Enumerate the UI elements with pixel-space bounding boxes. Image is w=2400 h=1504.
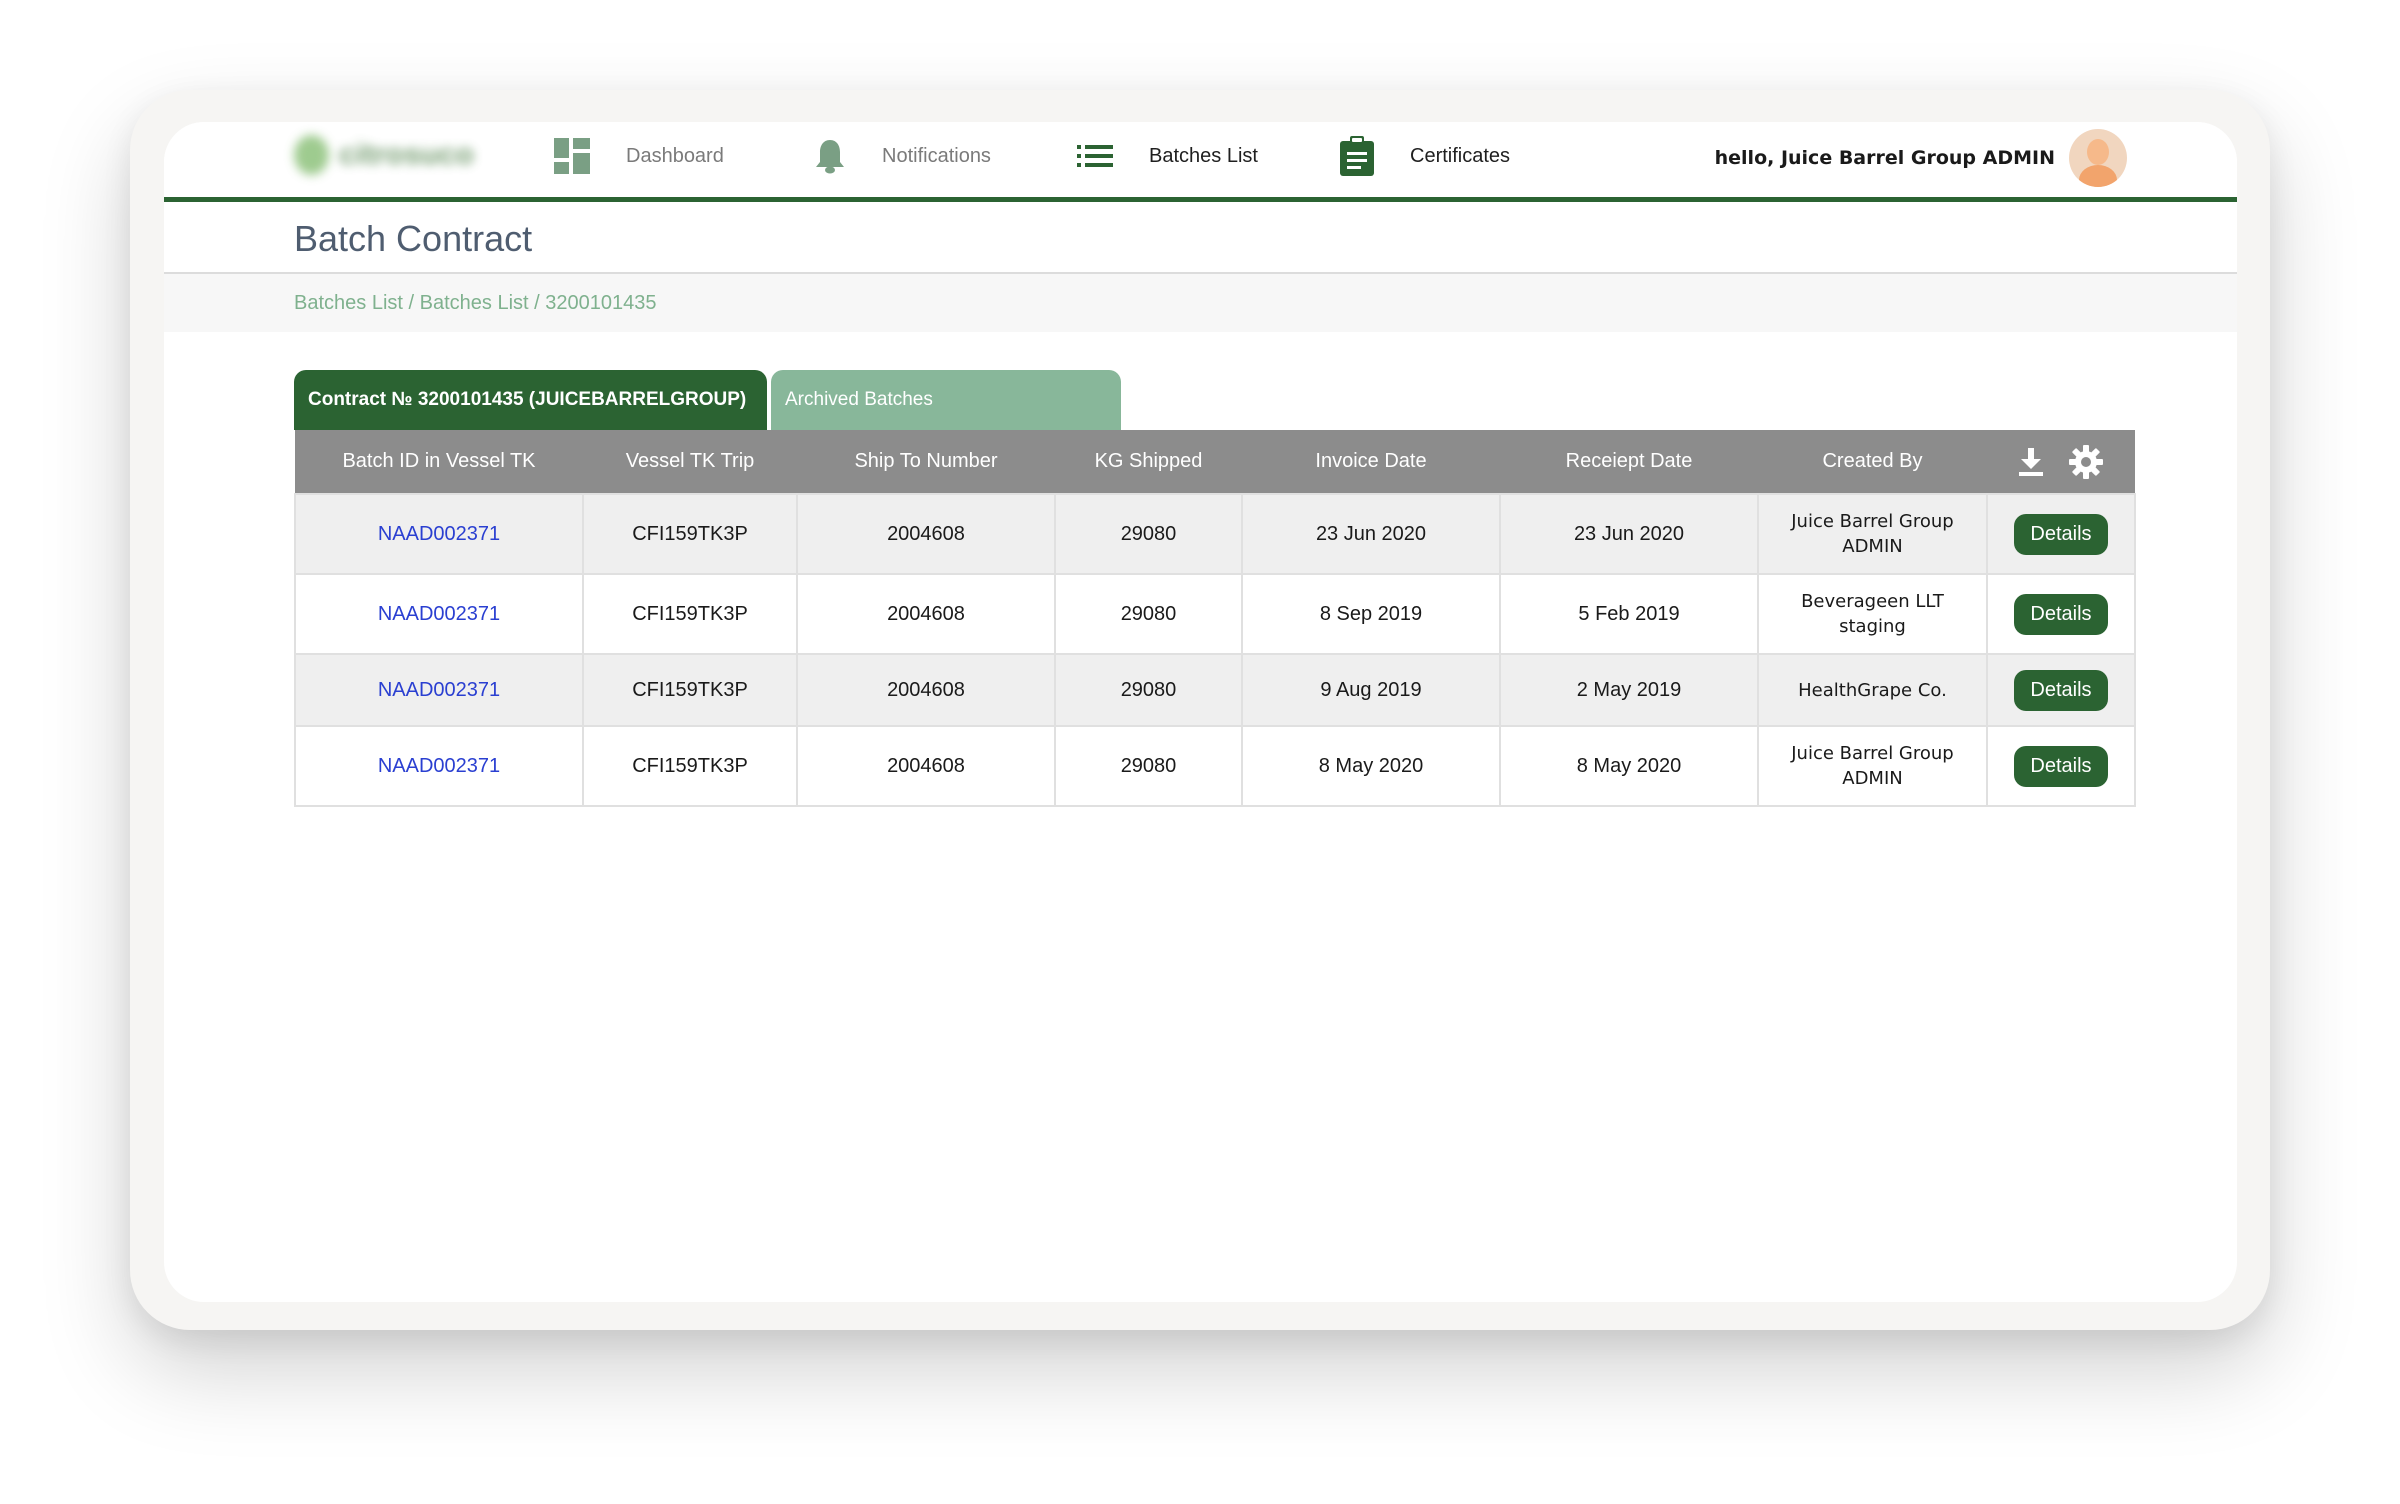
column-header-batch-id[interactable]: Batch ID in Vessel TK	[295, 430, 583, 494]
cell-kg-shipped: 29080	[1054, 725, 1243, 807]
avatar-head	[2087, 139, 2109, 165]
nav-notifications-label: Notifications	[882, 144, 991, 167]
tab-contract[interactable]: Contract № 3200101435 (JUICEBARRELGROUP)	[294, 370, 767, 430]
table-row: NAAD002371 CFI159TK3P 2004608 29080 8 Se…	[294, 573, 2136, 655]
table-header-row: Batch ID in Vessel TK Vessel TK Trip Shi…	[295, 430, 2135, 494]
column-header-created-by[interactable]: Created By	[1758, 430, 1987, 494]
avatar[interactable]	[2069, 129, 2127, 187]
cell-trip: CFI159TK3P	[582, 725, 798, 807]
column-header-ship-to[interactable]: Ship To Number	[797, 430, 1055, 494]
details-button[interactable]: Details	[2014, 745, 2108, 787]
breadcrumb-separator: /	[408, 292, 420, 314]
nav-batches-list-label: Batches List	[1149, 144, 1258, 167]
user-greeting: hello, Juice Barrel Group ADMIN	[1714, 147, 2055, 169]
created-by-line-2: ADMIN	[1842, 536, 1903, 557]
created-by-line-1: HealthGrape Co.	[1798, 679, 1947, 701]
cell-invoice-date: 8 May 2020	[1241, 725, 1501, 807]
nav-dashboard-label: Dashboard	[626, 144, 724, 167]
table-row: NAAD002371 CFI159TK3P 2004608 29080 23 J…	[294, 493, 2136, 575]
cell-receipt-date: 23 Jun 2020	[1499, 493, 1759, 575]
brand-logo[interactable]: citrosuco	[294, 132, 474, 178]
cell-kg-shipped: 29080	[1054, 573, 1243, 655]
user-menu[interactable]: hello, Juice Barrel Group ADMIN	[1715, 128, 2127, 188]
app-screen: citrosuco Dashboard Notifications Batche…	[164, 122, 2237, 1302]
cell-actions: Details	[1986, 653, 2136, 727]
page-title: Batch Contract	[294, 218, 533, 259]
created-by-line-2: staging	[1839, 616, 1906, 637]
logo-mark	[294, 135, 329, 175]
cell-created-by: HealthGrape Co.	[1757, 653, 1988, 727]
column-header-trip[interactable]: Vessel TK Trip	[583, 430, 797, 494]
batch-id-link[interactable]: NAAD002371	[294, 573, 584, 655]
breadcrumb: Batches List / Batches List / 3200101435	[164, 274, 2237, 332]
created-by-line-1: Juice Barrel Group	[1791, 511, 1954, 532]
cell-invoice-date: 9 Aug 2019	[1241, 653, 1501, 727]
cell-ship-to: 2004608	[796, 493, 1056, 575]
cell-invoice-date: 8 Sep 2019	[1241, 573, 1501, 655]
column-header-actions	[1987, 430, 2135, 494]
nav-notifications[interactable]: Notifications	[814, 134, 991, 178]
details-button[interactable]: Details	[2014, 513, 2108, 555]
cell-ship-to: 2004608	[796, 725, 1056, 807]
cell-receipt-date: 8 May 2020	[1499, 725, 1759, 807]
details-button[interactable]: Details	[2014, 669, 2108, 711]
logo-text: citrosuco	[338, 138, 474, 171]
column-header-invoice-date[interactable]: Invoice Date	[1242, 430, 1500, 494]
page-header: Batch Contract	[164, 202, 2237, 274]
tab-archived-batches[interactable]: Archived Batches	[771, 370, 1121, 430]
bell-icon	[816, 140, 844, 174]
nav-dashboard[interactable]: Dashboard	[554, 134, 724, 178]
created-by-line-1: Juice Barrel Group	[1791, 743, 1954, 764]
cell-kg-shipped: 29080	[1054, 493, 1243, 575]
cell-actions: Details	[1986, 573, 2136, 655]
cell-created-by: Beverageen LLT staging	[1757, 573, 1988, 655]
cell-trip: CFI159TK3P	[582, 653, 798, 727]
cell-invoice-date: 23 Jun 2020	[1241, 493, 1501, 575]
details-button[interactable]: Details	[2014, 593, 2108, 635]
list-icon	[1077, 145, 1113, 167]
top-navigation: citrosuco Dashboard Notifications Batche…	[164, 122, 2237, 202]
column-header-kg-shipped[interactable]: KG Shipped	[1055, 430, 1242, 494]
avatar-body	[2079, 165, 2117, 187]
breadcrumb-item-1[interactable]: Batches List	[294, 292, 403, 314]
breadcrumb-item-current[interactable]: 3200101435	[545, 292, 656, 314]
column-header-receipt-date[interactable]: Receiept Date	[1500, 430, 1758, 494]
dashboard-icon	[554, 138, 590, 174]
table-row: NAAD002371 CFI159TK3P 2004608 29080 9 Au…	[294, 653, 2136, 727]
batch-id-link[interactable]: NAAD002371	[294, 725, 584, 807]
created-by-line-2: ADMIN	[1842, 768, 1903, 789]
cell-ship-to: 2004608	[796, 653, 1056, 727]
clipboard-icon	[1340, 136, 1374, 176]
cell-receipt-date: 2 May 2019	[1499, 653, 1759, 727]
cell-kg-shipped: 29080	[1054, 653, 1243, 727]
breadcrumb-separator: /	[534, 292, 546, 314]
cell-actions: Details	[1986, 725, 2136, 807]
gear-icon[interactable]	[2069, 444, 2103, 479]
batch-id-link[interactable]: NAAD002371	[294, 493, 584, 575]
cell-trip: CFI159TK3P	[582, 493, 798, 575]
breadcrumb-item-2[interactable]: Batches List	[420, 292, 529, 314]
nav-certificates[interactable]: Certificates	[1340, 134, 1510, 178]
nav-certificates-label: Certificates	[1410, 144, 1511, 167]
batch-id-link[interactable]: NAAD002371	[294, 653, 584, 727]
batches-table: Batch ID in Vessel TK Vessel TK Trip Shi…	[294, 430, 2136, 807]
cell-created-by: Juice Barrel Group ADMIN	[1757, 493, 1988, 575]
download-icon[interactable]	[2019, 447, 2043, 476]
cell-actions: Details	[1986, 493, 2136, 575]
cell-created-by: Juice Barrel Group ADMIN	[1757, 725, 1988, 807]
cell-trip: CFI159TK3P	[582, 573, 798, 655]
table-row: NAAD002371 CFI159TK3P 2004608 29080 8 Ma…	[294, 725, 2136, 807]
created-by-line-1: Beverageen LLT	[1801, 591, 1944, 612]
cell-ship-to: 2004608	[796, 573, 1056, 655]
nav-batches-list[interactable]: Batches List	[1077, 134, 1258, 178]
cell-receipt-date: 5 Feb 2019	[1499, 573, 1759, 655]
